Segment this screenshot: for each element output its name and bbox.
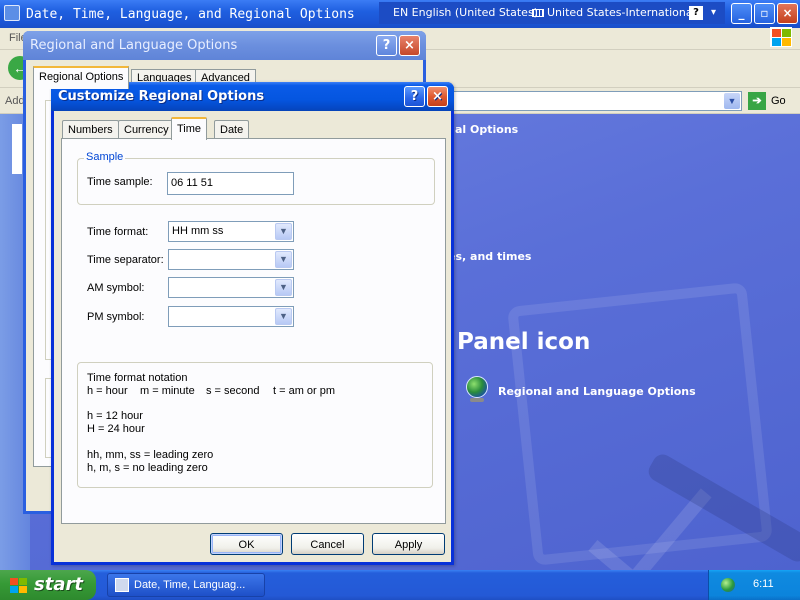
chevron-down-icon[interactable]: ▼	[275, 308, 292, 325]
close-button[interactable]: ×	[777, 3, 798, 24]
regional-window-title: Regional and Language Options	[30, 38, 238, 53]
windows-logo-icon	[770, 27, 792, 47]
go-button[interactable]: Go	[771, 95, 786, 107]
time-format-notation-box: Time format notation h = hour m = minute…	[77, 362, 433, 488]
sample-group: Sample Time sample: 06 11 51	[77, 151, 435, 205]
task-heading[interactable]: es, and times	[448, 250, 531, 263]
start-label: start	[34, 574, 83, 595]
help-button[interactable]: ?	[404, 86, 425, 107]
notation-12-hour: h = 12 hour	[87, 410, 143, 422]
time-sample-label: Time sample:	[87, 176, 153, 188]
keyboard-layout[interactable]: United States-International	[532, 2, 696, 24]
notation-24-hour: H = 24 hour	[87, 423, 145, 435]
sample-group-label: Sample	[84, 151, 126, 163]
time-separator-combo[interactable]: ▼	[168, 249, 294, 270]
window-folder-icon	[4, 5, 20, 21]
keyboard-icon	[532, 9, 544, 17]
taskbar-item-label: Date, Time, Languag...	[134, 579, 246, 591]
am-symbol-label: AM symbol:	[87, 282, 145, 294]
pick-control-panel-icon-heading: Panel icon	[457, 329, 591, 355]
time-sample-field: 06 11 51	[167, 172, 294, 195]
pm-symbol-label: PM symbol:	[87, 311, 145, 323]
taskbar-item-control-panel[interactable]: Date, Time, Languag...	[107, 573, 265, 597]
category-heading: al Options	[455, 123, 519, 136]
start-button[interactable]: start	[0, 570, 96, 600]
globe-stand-icon	[470, 398, 484, 402]
chevron-down-icon[interactable]: ▼	[275, 251, 292, 268]
tab-time[interactable]: Time	[171, 117, 208, 140]
keyboard-layout-label: United States-International	[547, 6, 696, 19]
task-pane-box	[12, 124, 22, 174]
window-folder-icon	[115, 578, 129, 592]
taskbar: start Date, Time, Languag... 6:11	[0, 570, 800, 600]
apply-button[interactable]: Apply	[372, 533, 445, 555]
language-bar[interactable]: EN English (United States) United States…	[379, 2, 725, 24]
minimize-button[interactable]: _	[731, 3, 752, 24]
clock[interactable]: 6:11	[753, 578, 774, 590]
regional-options-link[interactable]: Regional and Language Options	[498, 385, 696, 398]
language-bar-help-icon[interactable]: ?	[689, 6, 703, 20]
notation-minute: m = minute	[140, 385, 195, 397]
time-separator-label: Time separator:	[87, 254, 164, 266]
address-input[interactable]: ▼	[440, 91, 742, 111]
tab-regional-options[interactable]: Regional Options	[33, 66, 130, 89]
notation-title: Time format notation	[87, 372, 188, 384]
chevron-down-icon[interactable]: ▼	[275, 279, 292, 296]
tab-date[interactable]: Date	[214, 120, 250, 139]
notation-ampm: t = am or pm	[273, 385, 336, 397]
close-button[interactable]: ×	[399, 35, 420, 56]
close-button[interactable]: ×	[427, 86, 448, 107]
notation-leading-zero: hh, mm, ss = leading zero	[87, 449, 214, 461]
notation-no-leading-zero: h, m, s = no leading zero	[87, 462, 208, 474]
time-format-value: HH mm ss	[172, 225, 224, 237]
notation-hour: h = hour	[87, 385, 128, 397]
time-format-label: Time format:	[87, 226, 149, 238]
tab-currency[interactable]: Currency	[118, 120, 175, 139]
maximize-button[interactable]: ▫	[754, 3, 775, 24]
am-symbol-combo[interactable]: ▼	[168, 277, 294, 298]
regional-window-titlebar[interactable]: Regional and Language Options ? ×	[23, 31, 426, 60]
chevron-down-icon[interactable]: ▼	[275, 223, 292, 240]
system-tray: 6:11	[708, 570, 800, 600]
chevron-down-icon[interactable]: ▼	[724, 93, 740, 109]
language-indicator[interactable]: EN English (United States)	[393, 2, 538, 24]
time-format-combo[interactable]: HH mm ss ▼	[168, 221, 294, 242]
time-tab-panel: Sample Time sample: 06 11 51 Time format…	[61, 138, 446, 524]
language-bar-options-icon[interactable]: ▾	[711, 2, 716, 24]
customize-regional-options-dialog: Customize Regional Options ? × Numbers C…	[51, 82, 454, 565]
notation-second: s = second	[206, 385, 260, 397]
globe-icon[interactable]	[466, 376, 488, 398]
tab-numbers[interactable]: Numbers	[62, 120, 119, 139]
customize-dialog-title: Customize Regional Options	[58, 89, 265, 104]
ok-button[interactable]: OK	[210, 533, 283, 555]
windows-flag-icon	[9, 577, 27, 593]
pm-symbol-combo[interactable]: ▼	[168, 306, 294, 327]
control-panel-title: Date, Time, Language, and Regional Optio…	[26, 7, 355, 22]
go-arrow-icon[interactable]: ➔	[748, 92, 766, 110]
help-button[interactable]: ?	[376, 35, 397, 56]
cancel-button[interactable]: Cancel	[291, 533, 364, 555]
notation-legend: h = hour m = minute s = second t = am or…	[87, 385, 427, 399]
network-tray-icon[interactable]	[721, 578, 735, 592]
address-label: Add	[5, 95, 25, 107]
